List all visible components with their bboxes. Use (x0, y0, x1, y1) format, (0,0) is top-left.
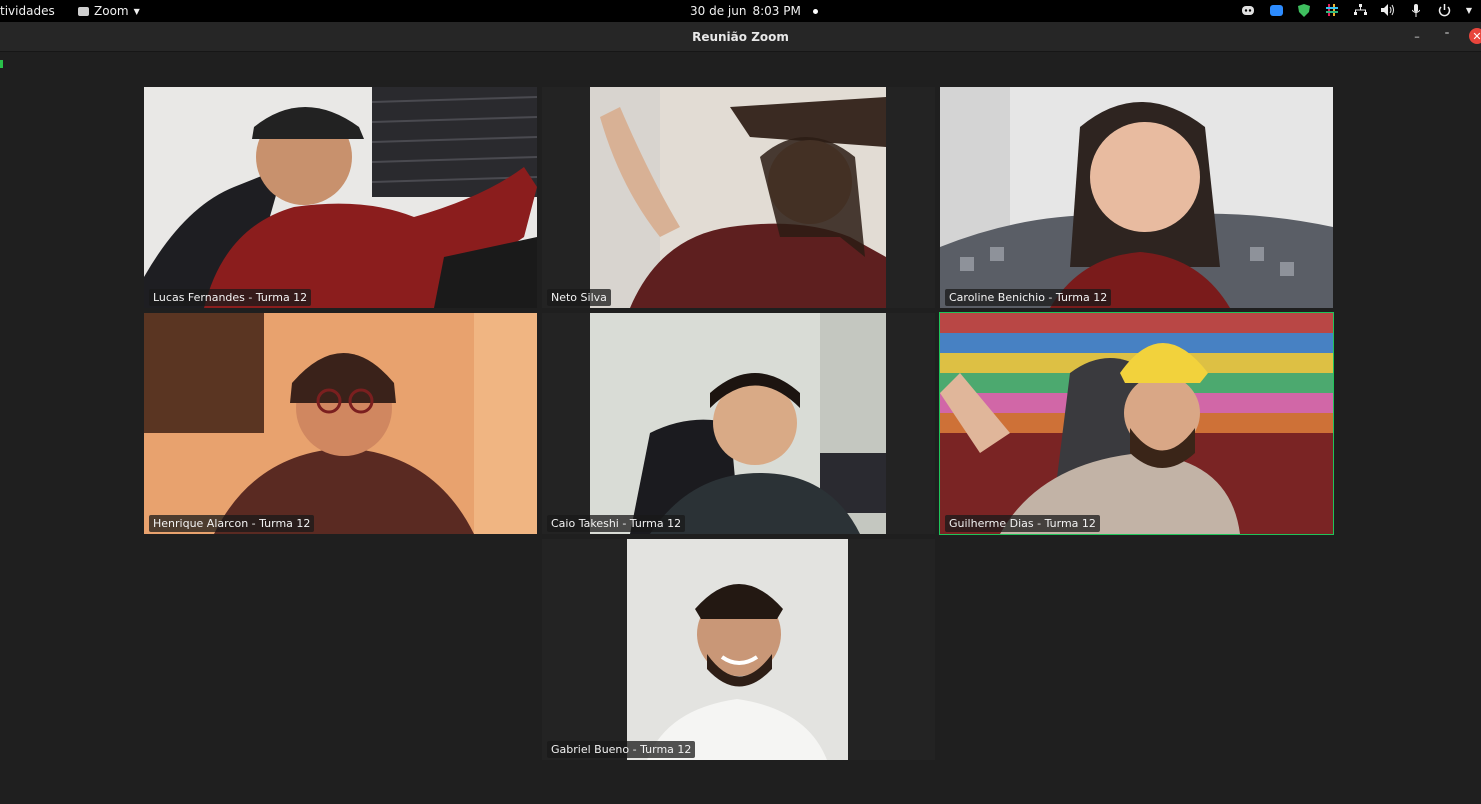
clock-date: 30 de jun (690, 4, 747, 18)
app-menu[interactable]: Zoom ▼ (78, 4, 140, 18)
participant-name: Neto Silva (547, 289, 611, 306)
window-title: Reunião Zoom (692, 30, 789, 44)
participant-name: Caroline Benichio - Turma 12 (945, 289, 1112, 306)
zoom-app-icon (78, 6, 89, 16)
system-tray: ▼ (1241, 3, 1473, 17)
participant-tile-gabriel[interactable]: Gabriel Bueno - Turma 12 (542, 539, 935, 760)
notification-dot-icon (812, 8, 818, 14)
participant-video (144, 313, 537, 534)
participant-video (627, 539, 848, 760)
participant-tile-caio[interactable]: Caio Takeshi - Turma 12 (542, 313, 935, 534)
participant-tile-caroline[interactable]: Caroline Benichio - Turma 12 (940, 87, 1333, 308)
zoom-tray-icon[interactable] (1269, 3, 1283, 17)
shield-icon[interactable] (1297, 3, 1311, 17)
chevron-down-icon[interactable]: ▼ (1465, 3, 1473, 17)
chevron-down-icon: ▼ (133, 6, 140, 16)
window-controls: – ⁼ ✕ (1409, 28, 1481, 44)
participant-video (940, 87, 1333, 308)
volume-icon[interactable] (1381, 3, 1395, 17)
participant-name: Henrique Alarcon - Turma 12 (149, 515, 315, 532)
slack-icon[interactable] (1325, 3, 1339, 17)
discord-icon[interactable] (1241, 3, 1255, 17)
minimize-button[interactable]: – (1409, 28, 1425, 44)
app-menu-label: Zoom (94, 4, 129, 18)
participant-tile-neto[interactable]: Neto Silva (542, 87, 935, 308)
network-icon[interactable] (1353, 3, 1367, 17)
participant-video (144, 87, 537, 308)
power-icon[interactable] (1437, 3, 1451, 17)
microphone-icon[interactable] (1409, 3, 1423, 17)
participant-name: Guilherme Dias - Turma 12 (945, 515, 1100, 532)
participant-video (590, 313, 886, 534)
maximize-button[interactable]: ⁼ (1439, 28, 1455, 44)
window-header: Reunião Zoom – ⁼ ✕ (0, 22, 1481, 52)
participant-tile-lucas[interactable]: Lucas Fernandes - Turma 12 (144, 87, 537, 308)
activities-button[interactable]: tividades (0, 4, 55, 18)
participant-video (940, 313, 1333, 534)
participant-tile-guilherme[interactable]: Guilherme Dias - Turma 12 (939, 312, 1334, 535)
participant-name: Lucas Fernandes - Turma 12 (149, 289, 312, 306)
participant-name: Caio Takeshi - Turma 12 (547, 515, 686, 532)
clock[interactable]: 30 de jun 8:03 PM (690, 4, 818, 18)
status-indicator (0, 60, 3, 68)
participant-name: Gabriel Bueno - Turma 12 (547, 741, 696, 758)
participant-tile-henrique[interactable]: Henrique Alarcon - Turma 12 (144, 313, 537, 534)
system-top-bar: tividades Zoom ▼ 30 de jun 8:03 PM ▼ (0, 0, 1481, 22)
close-button[interactable]: ✕ (1469, 28, 1481, 44)
participant-video (590, 87, 886, 308)
clock-time: 8:03 PM (752, 4, 801, 18)
